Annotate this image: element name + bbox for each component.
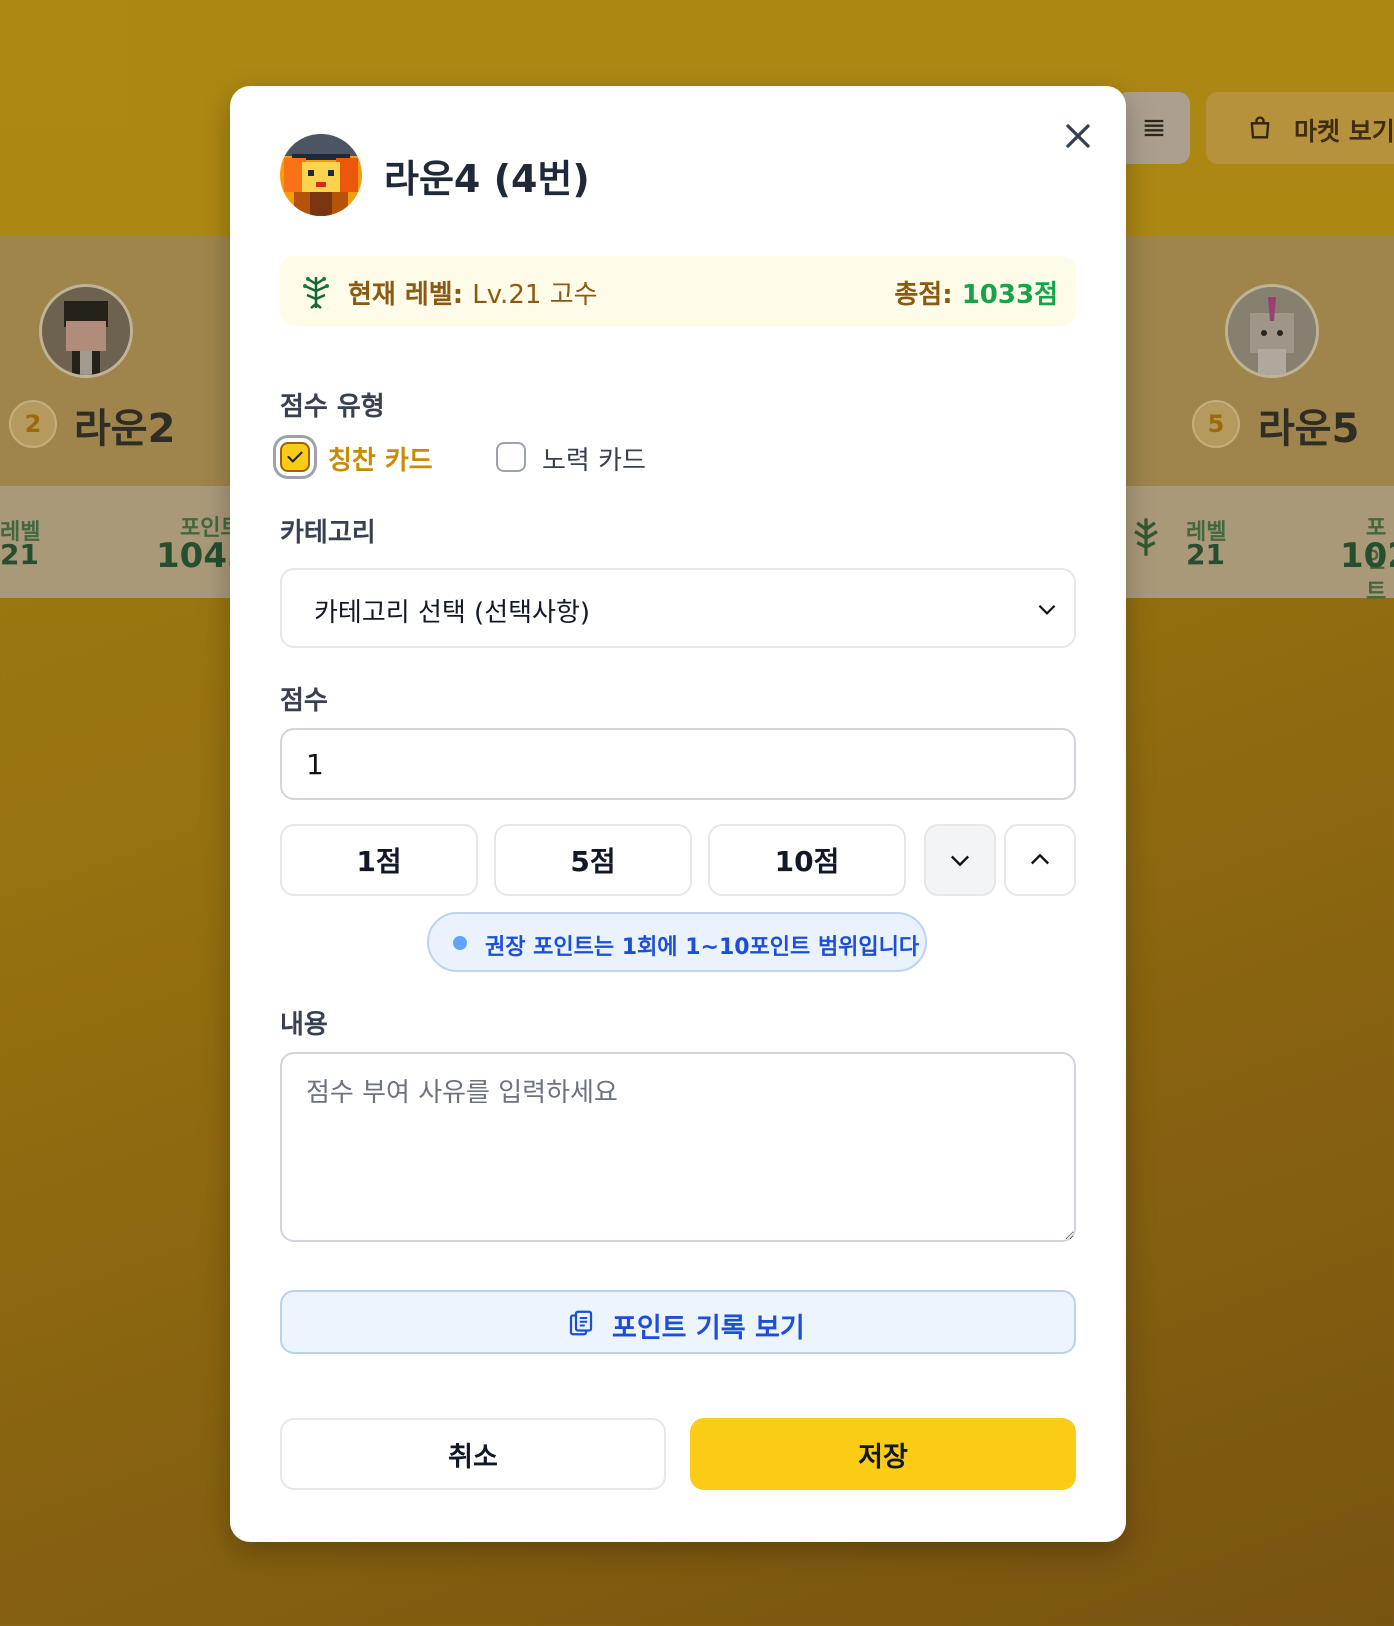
content-textarea[interactable] bbox=[280, 1052, 1076, 1242]
category-label: 카테고리 bbox=[280, 518, 376, 548]
chevron-up-icon bbox=[1031, 853, 1049, 865]
info-dot-icon bbox=[453, 936, 467, 950]
close-icon bbox=[1066, 124, 1090, 148]
view-point-history-label: 포인트 기록 보기 bbox=[612, 1313, 805, 1344]
check-icon bbox=[287, 451, 303, 463]
praise-card-label[interactable]: 칭찬 카드 bbox=[328, 440, 433, 477]
effort-card-label[interactable]: 노력 카드 bbox=[542, 440, 646, 477]
praise-card-checkbox[interactable] bbox=[280, 442, 310, 472]
score-input[interactable] bbox=[280, 728, 1076, 800]
hint-text: 권장 포인트는 1회에 1~10포인트 범위입니다 bbox=[485, 935, 920, 960]
clipboard-icon bbox=[569, 1310, 593, 1336]
quick-score-5-button[interactable]: 5점 bbox=[494, 824, 692, 896]
score-modal: 라운4 (4번) 현재 레벨: Lv.21 고수 총점: 1033점 점수 유형… bbox=[230, 86, 1126, 1542]
total-score-label: 총점: bbox=[894, 280, 953, 310]
decrease-score-button[interactable] bbox=[924, 824, 996, 896]
score-type-label: 점수 유형 bbox=[280, 392, 385, 422]
cancel-button[interactable]: 취소 bbox=[280, 1418, 666, 1490]
effort-card-checkbox[interactable] bbox=[496, 442, 526, 472]
total-score-value: 1033점 bbox=[961, 280, 1058, 310]
total-score: 총점: 1033점 bbox=[894, 274, 1058, 311]
avatar bbox=[280, 134, 362, 216]
quick-score-10-button[interactable]: 10점 bbox=[708, 824, 906, 896]
close-button[interactable] bbox=[1058, 116, 1098, 156]
current-level-value: Lv.21 고수 bbox=[472, 280, 598, 310]
save-button[interactable]: 저장 bbox=[690, 1418, 1076, 1490]
score-label: 점수 bbox=[280, 686, 328, 716]
current-level: 현재 레벨: Lv.21 고수 bbox=[348, 274, 598, 311]
tree-icon bbox=[303, 277, 329, 309]
category-selected-value: 카테고리 선택 (선택사항) bbox=[314, 598, 591, 628]
chevron-down-icon bbox=[951, 855, 969, 867]
quick-score-1-button[interactable]: 1점 bbox=[280, 824, 478, 896]
view-point-history-button[interactable]: 포인트 기록 보기 bbox=[280, 1290, 1076, 1354]
category-select[interactable]: 카테고리 선택 (선택사항) bbox=[280, 568, 1076, 648]
current-level-label: 현재 레벨: bbox=[348, 280, 464, 310]
increase-score-button[interactable] bbox=[1004, 824, 1076, 896]
chevron-down-icon bbox=[1038, 604, 1056, 615]
level-summary: 현재 레벨: Lv.21 고수 총점: 1033점 bbox=[280, 256, 1076, 326]
recommended-points-hint: 권장 포인트는 1회에 1~10포인트 범위입니다 bbox=[427, 912, 927, 972]
content-label: 내용 bbox=[280, 1010, 328, 1040]
page-title: 라운4 (4번) bbox=[384, 157, 590, 201]
